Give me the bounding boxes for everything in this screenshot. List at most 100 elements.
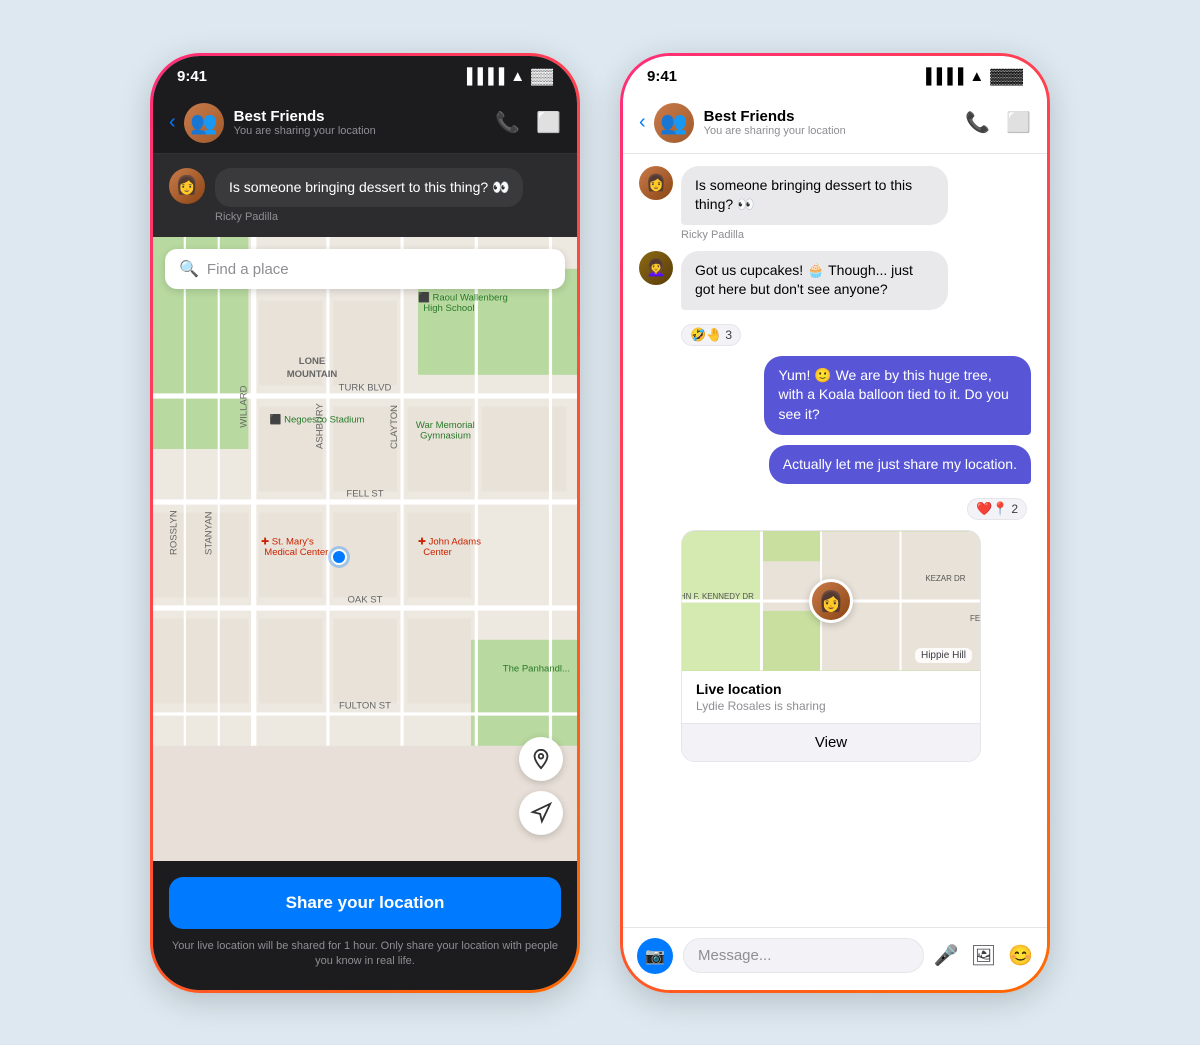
battery-icon-right: ▓▓▓: [990, 68, 1023, 85]
phone-icon-right[interactable]: 📞: [965, 110, 990, 135]
svg-text:The Panhandl...: The Panhandl...: [503, 664, 570, 675]
search-bar[interactable]: 🔍 Find a place: [165, 249, 565, 289]
reaction-row-msg2: 🤣🤚 3: [681, 324, 1031, 346]
header-info-right: Best Friends You are sharing your locati…: [704, 108, 966, 137]
chat-messages: 👩 Is someone bringing dessert to this th…: [623, 154, 1047, 927]
svg-text:⬛ Negoesco Stadium: ⬛ Negoesco Stadium: [270, 414, 365, 426]
left-phone: 9:41 ▐▐▐▐ ▲ ▓▓ ‹ 👥 Best Friends You are …: [150, 53, 580, 993]
svg-text:CLAYTON: CLAYTON: [389, 405, 400, 449]
svg-text:Center: Center: [423, 547, 452, 558]
pin-fab-button[interactable]: [519, 737, 563, 781]
preview-content: Is someone bringing dessert to this thin…: [215, 168, 561, 224]
preview-bubble: Is someone bringing dessert to this thin…: [215, 168, 523, 208]
live-location-card[interactable]: JOHN F. KENNEDY DR FELL S... KEZAR DR 👩 …: [681, 530, 981, 762]
avatar-msg2: 👩‍🦱: [639, 251, 673, 285]
map-svg: TURK BLVD FELL ST OAK ST FULTON ST ROSSL…: [153, 237, 577, 746]
wifi-icon-right: ▲: [969, 68, 984, 85]
svg-text:ROSSLYN: ROSSLYN: [168, 510, 179, 555]
back-button-left[interactable]: ‹: [169, 111, 176, 134]
svg-text:OAK ST: OAK ST: [348, 595, 383, 606]
view-location-button[interactable]: View: [682, 723, 980, 761]
preview-sender: Ricky Padilla: [215, 211, 561, 223]
group-subtitle-right: You are sharing your location: [704, 125, 966, 137]
status-bar-right: 9:41 ▐▐▐▐ ▲ ▓▓▓: [623, 56, 1047, 93]
image-icon[interactable]: 🖼: [971, 943, 996, 968]
right-phone: 9:41 ▐▐▐▐ ▲ ▓▓▓ ‹ 👥 Best Friends You are…: [620, 53, 1050, 993]
thumb-avatar-emoji: 👩: [819, 589, 844, 614]
search-placeholder: Find a place: [207, 261, 289, 278]
svg-text:Gymnasium: Gymnasium: [420, 430, 471, 441]
user-location-dot: [331, 549, 347, 565]
navigation-icon: [530, 802, 552, 824]
svg-text:War Memorial: War Memorial: [416, 420, 475, 431]
map-screen: 👩 Is someone bringing dessert to this th…: [153, 154, 577, 990]
microphone-icon[interactable]: 🎤: [934, 943, 959, 968]
nav-fab-button[interactable]: [519, 791, 563, 835]
svg-text:High School: High School: [423, 303, 474, 314]
map-container[interactable]: TURK BLVD FELL ST OAK ST FULTON ST ROSSL…: [153, 237, 577, 861]
status-bar-left: 9:41 ▐▐▐▐ ▲ ▓▓: [153, 56, 577, 93]
message-preview: 👩 Is someone bringing dessert to this th…: [153, 154, 577, 238]
map-thumb-info: Live location Lydie Rosales is sharing: [682, 671, 980, 723]
search-icon: 🔍: [179, 259, 199, 279]
bubble-text-msg2: Got us cupcakes! 🧁 Though... just got he…: [695, 262, 913, 298]
share-disclaimer: Your live location will be shared for 1 …: [169, 939, 561, 970]
reaction-count-msg4: 2: [1011, 502, 1018, 516]
message-row-1: 👩 Is someone bringing dessert to this th…: [639, 166, 1031, 225]
sender-msg1: Ricky Padilla: [681, 229, 1031, 241]
group-avatar-left: 👥: [184, 103, 224, 143]
signal-icon: ▐▐▐▐: [462, 68, 505, 85]
live-location-title: Live location: [696, 681, 966, 697]
header-actions-right: 📞 ⬜: [965, 110, 1031, 135]
time-right: 9:41: [647, 68, 677, 85]
svg-text:STANYAN: STANYAN: [203, 511, 214, 555]
reaction-count-msg2: 3: [725, 328, 732, 342]
reaction-emoji-msg2: 🤣🤚: [690, 327, 722, 343]
signal-icon-right: ▐▐▐▐: [921, 68, 964, 85]
video-icon-right[interactable]: ⬜: [1006, 110, 1031, 135]
wifi-icon: ▲: [510, 68, 525, 85]
message-row-2: 👩‍🦱 Got us cupcakes! 🧁 Though... just go…: [639, 251, 1031, 310]
message-input[interactable]: Message...: [683, 938, 924, 973]
avatar-emoji-msg1: 👩: [646, 173, 666, 193]
svg-text:JOHN F. KENNEDY DR: JOHN F. KENNEDY DR: [682, 592, 754, 601]
avatar-emoji-left: 👥: [190, 110, 217, 136]
live-location-sub: Lydie Rosales is sharing: [696, 699, 966, 713]
svg-text:FELL ST: FELL ST: [346, 489, 383, 500]
share-bottom: Share your location Your live location w…: [153, 861, 577, 990]
phone-icon-left[interactable]: 📞: [495, 110, 520, 135]
svg-text:TURK BLVD: TURK BLVD: [339, 383, 392, 394]
thumb-map-label: Hippie Hill: [915, 648, 972, 663]
header-actions-left: 📞 ⬜: [495, 110, 561, 135]
sticker-icon[interactable]: 😊: [1008, 943, 1033, 968]
camera-button[interactable]: 📷: [637, 938, 673, 974]
bubble-text-msg4: Actually let me just share my location.: [783, 456, 1017, 472]
input-actions: 🎤 🖼 😊: [934, 943, 1033, 968]
status-icons-right: ▐▐▐▐ ▲ ▓▓▓: [921, 68, 1023, 85]
group-name-right: Best Friends: [704, 108, 966, 125]
right-phone-border: 9:41 ▐▐▐▐ ▲ ▓▓▓ ‹ 👥 Best Friends You are…: [620, 53, 1050, 993]
svg-text:MOUNTAIN: MOUNTAIN: [287, 369, 338, 380]
svg-text:✚ John Adams: ✚ John Adams: [418, 536, 481, 547]
group-avatar-right: 👥: [654, 103, 694, 143]
svg-text:LONE: LONE: [299, 356, 325, 367]
group-subtitle-left: You are sharing your location: [234, 125, 496, 137]
pin-icon: [530, 748, 552, 770]
video-icon-left[interactable]: ⬜: [536, 110, 561, 135]
camera-icon: 📷: [645, 946, 665, 966]
svg-text:ASHBURY: ASHBURY: [315, 403, 326, 449]
chat-header-left: ‹ 👥 Best Friends You are sharing your lo…: [153, 93, 577, 154]
reaction-row-msg4: ❤️📍 2: [639, 498, 1027, 520]
avatar-msg1: 👩: [639, 166, 673, 200]
svg-text:✚ St. Mary's: ✚ St. Mary's: [261, 536, 314, 547]
message-row-3: Yum! 🙂 We are by this huge tree, with a …: [639, 356, 1031, 435]
map-thumb-image: JOHN F. KENNEDY DR FELL S... KEZAR DR 👩 …: [682, 531, 980, 671]
svg-text:⬛ Raoul Wallenberg: ⬛ Raoul Wallenberg: [418, 292, 508, 304]
back-button-right[interactable]: ‹: [639, 111, 646, 134]
bubble-text-msg1: Is someone bringing dessert to this thin…: [695, 177, 912, 213]
battery-icon: ▓▓: [531, 68, 553, 85]
share-location-button[interactable]: Share your location: [169, 877, 561, 929]
bubble-msg1: Is someone bringing dessert to this thin…: [681, 166, 948, 225]
left-phone-inner: 9:41 ▐▐▐▐ ▲ ▓▓ ‹ 👥 Best Friends You are …: [153, 56, 577, 990]
svg-text:FULTON ST: FULTON ST: [339, 701, 391, 712]
